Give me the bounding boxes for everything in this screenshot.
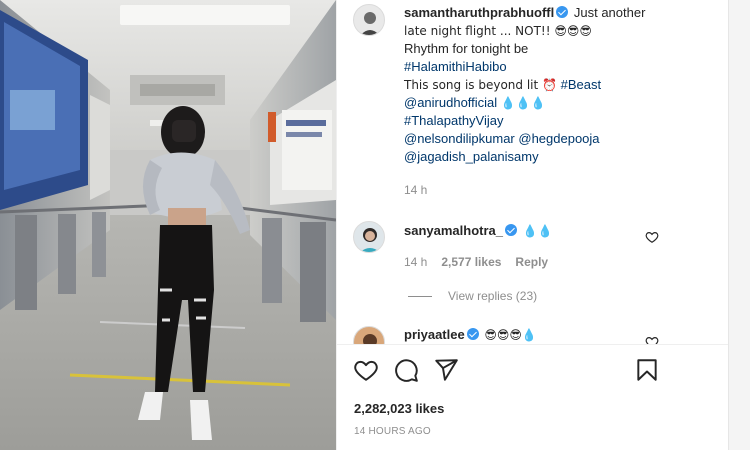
comment-likes-count[interactable]: 2,577 likes	[441, 255, 501, 269]
post-video[interactable]	[0, 0, 336, 450]
caption-text-2: late night flight ... NOT!! 😎😎😎	[404, 24, 592, 38]
author-username[interactable]: samantharuthprabhuoffl	[404, 5, 554, 20]
verified-badge-icon	[556, 6, 569, 18]
caption-time: 14 h	[404, 183, 428, 197]
comment-icon[interactable]	[393, 357, 419, 383]
comment-like-heart-icon[interactable]	[645, 335, 659, 344]
comment-username[interactable]: sanyamalhotra_	[404, 223, 503, 238]
commenter-avatar[interactable]	[353, 326, 385, 344]
comment-item: sanyamalhotra_ 💧💧	[404, 222, 684, 240]
mention-hegdepooja[interactable]: @hegdepooja	[518, 131, 599, 146]
post-details-panel: samantharuthprabhuoffl Just another late…	[336, 0, 750, 450]
post-timestamp: 14 HOURS AGO	[354, 426, 431, 437]
replies-divider-line	[408, 295, 432, 297]
view-replies-button[interactable]: View replies (23)	[408, 289, 537, 303]
heart-icon[interactable]	[353, 357, 379, 383]
hashtag-halamithihabibo[interactable]: #HalamithiHabibo	[404, 59, 507, 74]
comment-text: 😎😎😎💧	[484, 328, 537, 342]
bookmark-icon[interactable]	[634, 357, 660, 383]
mention-anirudhofficial[interactable]: @anirudhofficial	[404, 95, 497, 110]
comment-item: priyaatlee 😎😎😎💧	[404, 326, 537, 344]
comment-reply-button[interactable]: Reply	[515, 255, 548, 269]
caption-text-3: Rhythm for tonight be	[404, 41, 529, 56]
view-replies-label: View replies (23)	[448, 289, 538, 303]
comment-username[interactable]: priyaatlee	[404, 327, 465, 342]
caption-drops: 💧💧💧	[500, 96, 546, 110]
hashtag-thalapathyvijay[interactable]: #ThalapathyVijay	[404, 113, 504, 128]
hashtag-beast[interactable]: #Beast	[561, 77, 601, 92]
video-frame-image	[0, 0, 336, 450]
comment-like-heart-icon[interactable]	[645, 230, 659, 244]
caption-text-4: This song is beyond lit ⏰	[404, 78, 557, 92]
author-avatar[interactable]	[353, 4, 385, 36]
likes-count[interactable]: 2,282,023 likes	[354, 401, 444, 416]
commenter-avatar[interactable]	[353, 221, 385, 253]
post-actions-bar	[353, 357, 728, 385]
verified-badge-icon	[505, 224, 517, 236]
scrollbar[interactable]	[728, 0, 750, 450]
mention-jagadish-palanisamy[interactable]: @jagadish_palanisamy	[404, 149, 539, 164]
mention-nelsondilipkumar[interactable]: @nelsondilipkumar	[404, 131, 515, 146]
send-icon[interactable]	[433, 357, 459, 383]
actions-divider	[337, 344, 728, 345]
comment-meta: 14 h 2,577 likes Reply	[404, 255, 548, 269]
comment-time: 14 h	[404, 255, 428, 269]
comments-scroll-area[interactable]: samantharuthprabhuoffl Just another late…	[337, 0, 728, 344]
comment-text: 💧💧	[522, 224, 553, 238]
post-caption: samantharuthprabhuoffl Just another late…	[404, 4, 674, 166]
caption-text-1: Just another	[573, 5, 646, 20]
verified-badge-icon	[466, 328, 479, 340]
